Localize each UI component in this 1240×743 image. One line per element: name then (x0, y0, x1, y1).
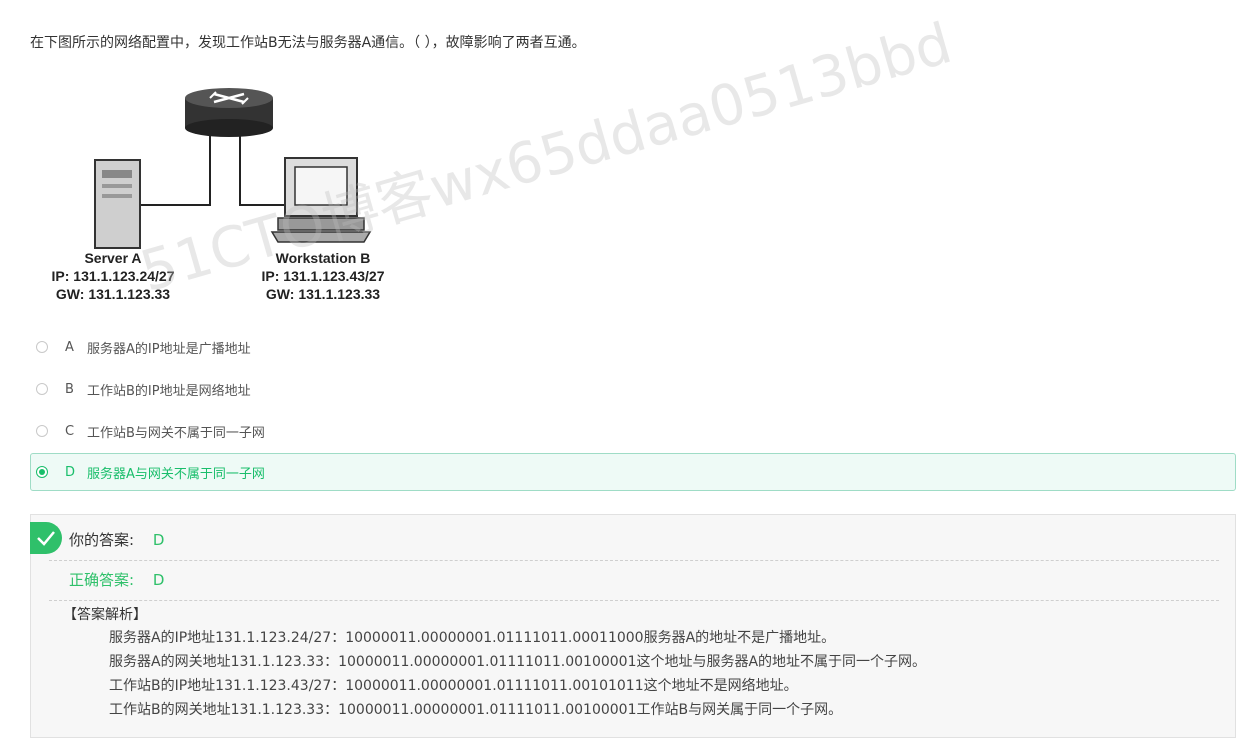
correct-answer-value: D (152, 571, 165, 589)
analysis-text: 服务器A的IP地址131.1.123.24/27：10000011.000000… (109, 626, 926, 722)
analysis-title: 【答案解析】 (63, 607, 147, 623)
answer-panel: 你的答案: D 正确答案: D 【答案解析】 服务器A的IP地址131.1.12… (30, 514, 1236, 738)
network-diagram: Server A IP: 131.1.123.24/27 GW: 131.1.1… (40, 80, 400, 310)
server-icon (94, 159, 141, 249)
option-text: 工作站B与网关不属于同一子网 (87, 425, 265, 441)
server-ip: IP: 131.1.123.24/27 (52, 268, 175, 284)
workstation-icon (270, 157, 372, 243)
option-letter: A (65, 339, 74, 355)
option-letter: B (65, 381, 74, 397)
analysis-line: 工作站B的IP地址131.1.123.43/27：10000011.000000… (109, 678, 798, 694)
server-name: Server A (84, 250, 141, 266)
check-icon (30, 522, 62, 554)
option-text: 服务器A与网关不属于同一子网 (87, 466, 265, 482)
analysis-line: 服务器A的IP地址131.1.123.24/27：10000011.000000… (109, 630, 836, 646)
analysis-line: 服务器A的网关地址131.1.123.33：10000011.00000001.… (109, 654, 927, 670)
router-icon (185, 88, 273, 137)
option-a[interactable]: A 服务器A的IP地址是广播地址 (30, 328, 1236, 366)
divider (49, 560, 1219, 561)
option-text: 服务器A的IP地址是广播地址 (87, 341, 251, 357)
radio-button[interactable] (36, 383, 48, 395)
radio-button[interactable] (36, 425, 48, 437)
option-b[interactable]: B 工作站B的IP地址是网络地址 (30, 370, 1236, 408)
correct-answer-label: 正确答案: (69, 571, 135, 589)
workstation-ip: IP: 131.1.123.43/27 (262, 268, 385, 284)
option-letter: C (65, 423, 75, 439)
option-d[interactable]: D 服务器A与网关不属于同一子网 (30, 453, 1236, 491)
option-letter: D (65, 464, 76, 480)
workstation-name: Workstation B (276, 250, 371, 266)
option-text: 工作站B的IP地址是网络地址 (87, 383, 251, 399)
radio-button[interactable] (36, 466, 48, 478)
your-answer-value: D (152, 531, 165, 549)
your-answer: 你的答案: D (69, 529, 164, 550)
option-c[interactable]: C 工作站B与网关不属于同一子网 (30, 412, 1236, 450)
analysis-line: 工作站B的网关地址131.1.123.33：10000011.00000001.… (109, 702, 843, 718)
workstation-gw: GW: 131.1.123.33 (266, 286, 380, 302)
your-answer-label: 你的答案: (69, 531, 135, 549)
divider (49, 600, 1219, 601)
radio-button[interactable] (36, 341, 48, 353)
server-gw: GW: 131.1.123.33 (56, 286, 170, 302)
correct-answer: 正确答案: D (69, 569, 164, 590)
question-text: 在下图所示的网络配置中，发现工作站B无法与服务器A通信。（ ），故障影响了两者互… (30, 35, 586, 51)
